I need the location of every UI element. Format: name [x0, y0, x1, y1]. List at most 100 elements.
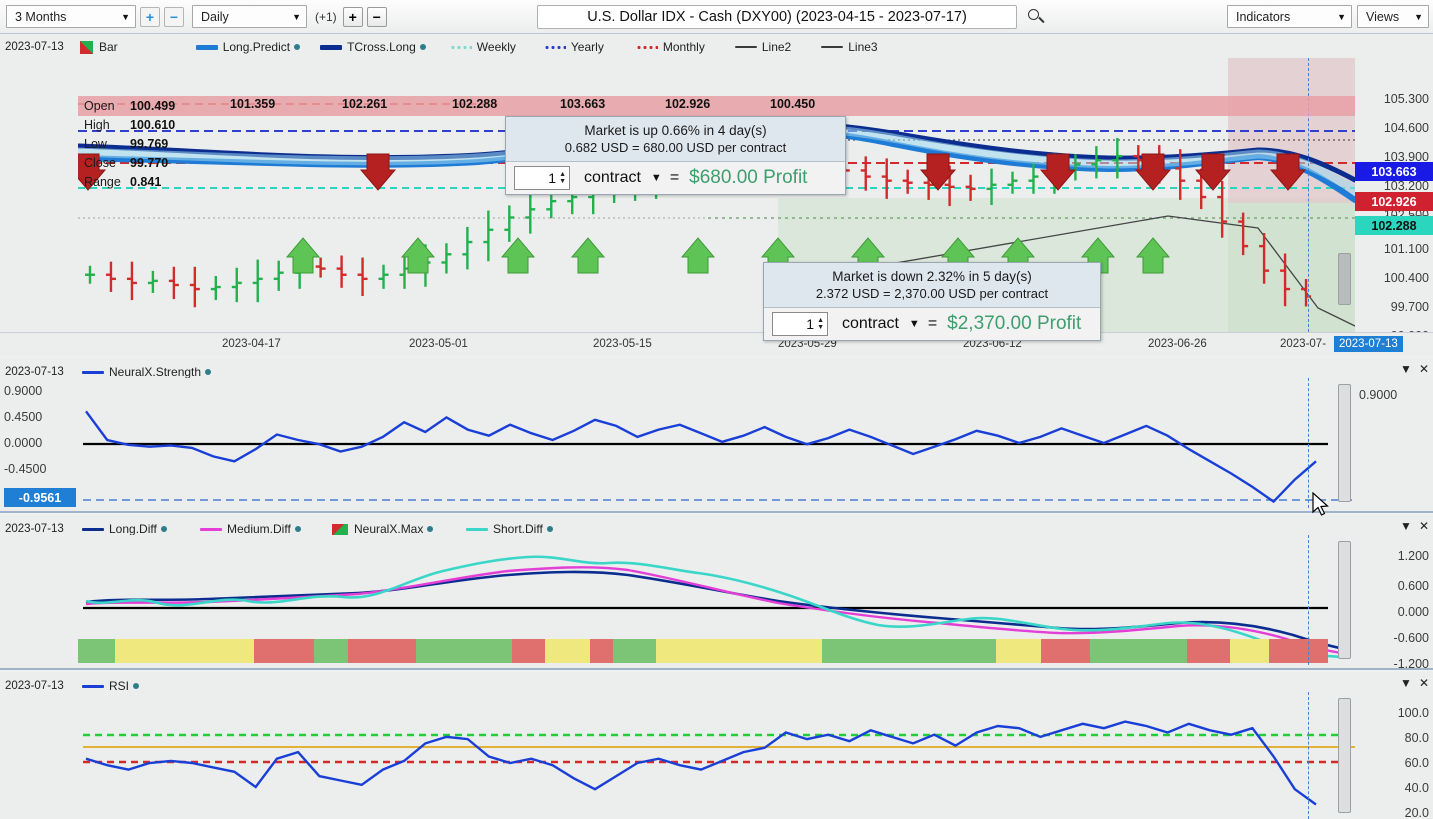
chart-vertical-scroll-thumb[interactable] — [1338, 253, 1351, 305]
legend-item-bar[interactable]: Bar — [80, 40, 118, 54]
info-dot-icon[interactable] — [205, 369, 212, 375]
diff-panel-buttons: ▼ ✕ — [1400, 519, 1429, 533]
offset-label: (+1) — [315, 9, 337, 24]
y-tick: -0.600 — [1393, 631, 1429, 645]
period-select[interactable]: 3 Months ▼ — [6, 5, 136, 28]
tooltip-up[interactable]: Market is up 0.66% in 4 day(s) 0.682 USD… — [505, 116, 846, 195]
symbol-title[interactable]: U.S. Dollar IDX - Cash (DXY00) (2023-04-… — [537, 5, 1017, 29]
line-swatch-icon — [466, 527, 488, 531]
signal-segment — [613, 639, 657, 663]
legend-item-long-diff[interactable]: Long.Diff — [82, 522, 200, 536]
chevron-down-icon[interactable]: ▼ — [1400, 519, 1412, 533]
info-dot-icon[interactable] — [294, 44, 301, 50]
strength-threshold-badge: -0.9561 — [4, 488, 76, 507]
panel-scroll-thumb[interactable] — [1338, 698, 1351, 813]
rsi-y-axis[interactable]: 100.0 80.0 60.0 40.0 20.0 0.0 — [1355, 692, 1433, 819]
open-value: 100.499 — [130, 98, 176, 113]
info-dot-icon[interactable] — [419, 44, 426, 50]
rsi-plot[interactable] — [78, 692, 1355, 819]
views-select[interactable]: Views ▼ — [1357, 5, 1429, 28]
signal-segment — [415, 639, 461, 663]
bar-icon — [332, 523, 348, 535]
contract-unit-label: contract — [584, 169, 641, 186]
offset-increase-button[interactable]: + — [342, 6, 363, 27]
y-tick: 105.300 — [1383, 92, 1429, 106]
info-dot-icon[interactable] — [427, 526, 434, 532]
equals-sign: = — [927, 315, 938, 332]
chevron-down-icon: ▼ — [1414, 11, 1423, 22]
search-icon[interactable] — [1027, 8, 1045, 26]
panel-scroll-thumb[interactable] — [1338, 541, 1351, 659]
spinner-arrows-icon[interactable]: ▲ ▼ — [817, 317, 824, 331]
signal-segment — [115, 639, 196, 663]
diff-plot[interactable] — [78, 535, 1355, 665]
y-tick: -0.4500 — [4, 462, 47, 476]
dot-swatch-icon — [449, 44, 472, 50]
info-dot-icon[interactable] — [294, 526, 301, 532]
strength-plot[interactable] — [78, 378, 1355, 508]
legend-item-yearly[interactable]: Yearly — [543, 40, 604, 54]
line-swatch-icon — [82, 370, 104, 374]
tooltip-down-controls: 1 ▲ ▼ contract ▼ = $2,370.00 Profit — [764, 307, 1100, 340]
signal-segment — [845, 639, 879, 663]
chevron-down-icon[interactable]: ▼ — [1400, 676, 1412, 690]
legend-item-line2[interactable]: Line2 — [734, 40, 791, 54]
price-legend: 2023-07-13 Bar Long.Predict TCross.Long … — [0, 38, 1433, 56]
legend-item-weekly[interactable]: Weekly — [449, 40, 516, 54]
legend-item-short-diff[interactable]: Short.Diff — [466, 522, 553, 536]
indicators-select[interactable]: Indicators ▼ — [1227, 5, 1352, 28]
y-tick: 40.0 — [1404, 781, 1429, 795]
x-tick: 2023-06-26 — [1148, 338, 1207, 350]
info-dot-icon[interactable] — [160, 526, 167, 532]
crosshair-vline — [1308, 692, 1309, 819]
legend-item-monthly[interactable]: Monthly — [635, 40, 705, 54]
signal-segment — [995, 639, 1041, 663]
info-dot-icon[interactable] — [133, 683, 140, 689]
mouse-cursor-icon — [1312, 492, 1329, 516]
legend-label: TCross.Long — [347, 40, 416, 54]
price-panel: 2023-07-13 Bar Long.Predict TCross.Long … — [0, 34, 1433, 356]
symbol-title-group: U.S. Dollar IDX - Cash (DXY00) (2023-04-… — [537, 5, 1045, 29]
main-toolbar: 3 Months ▼ + − Daily ▼ (+1) + − U.S. Dol… — [0, 0, 1433, 34]
signal-segment — [878, 639, 996, 663]
legend-item-tcross-long[interactable]: TCross.Long — [320, 40, 426, 54]
close-icon[interactable]: ✕ — [1419, 519, 1429, 533]
period-increase-button[interactable]: + — [140, 6, 160, 27]
legend-item-line3[interactable]: Line3 — [821, 40, 878, 54]
price-x-axis[interactable]: 2023-04-17 2023-05-01 2023-05-15 2023-05… — [0, 332, 1433, 356]
chevron-down-icon[interactable]: ▼ — [651, 172, 662, 184]
contract-quantity-input[interactable]: 1 ▲ ▼ — [772, 312, 828, 336]
y-tick: 103.200 — [1383, 179, 1429, 193]
contract-unit-label: contract — [842, 315, 899, 332]
chevron-down-icon[interactable]: ▼ — [1400, 362, 1412, 376]
interval-select[interactable]: Daily ▼ — [192, 5, 307, 28]
panel-scroll-thumb[interactable] — [1338, 384, 1351, 502]
chevron-down-icon[interactable]: ▼ — [909, 318, 920, 330]
tooltip-down[interactable]: Market is down 2.32% in 5 day(s) 2.372 U… — [763, 262, 1101, 341]
y-tick: 0.0000 — [4, 436, 43, 450]
spinner-arrows-icon[interactable]: ▲ ▼ — [559, 171, 566, 185]
crosshair-vline — [1308, 378, 1309, 508]
legend-label: Weekly — [476, 40, 516, 54]
contract-quantity-input[interactable]: 1 ▲ ▼ — [514, 166, 570, 190]
equals-sign: = — [669, 169, 680, 186]
legend-item-medium-diff[interactable]: Medium.Diff — [200, 522, 332, 536]
legend-item-long-predict[interactable]: Long.Predict — [195, 40, 301, 54]
close-icon[interactable]: ✕ — [1419, 676, 1429, 690]
x-tick: 2023-04-17 — [222, 338, 281, 350]
legend-item-neuralx-max[interactable]: NeuralX.Max — [332, 522, 466, 536]
signal-strip[interactable] — [78, 639, 1328, 663]
price-row-value: 102.288 — [452, 97, 498, 111]
diff-y-axis[interactable]: 1.200 0.600 0.000 -0.600 -1.200 — [1355, 535, 1433, 671]
strength-y-axis[interactable]: 0.9000 — [1355, 378, 1433, 508]
close-icon[interactable]: ✕ — [1419, 362, 1429, 376]
open-label: Open — [84, 98, 115, 113]
legend-item-rsi[interactable]: RSI — [82, 679, 140, 693]
offset-decrease-button[interactable]: − — [366, 6, 387, 27]
period-decrease-button[interactable]: − — [164, 6, 184, 27]
rsi-panel-buttons: ▼ ✕ — [1400, 676, 1429, 690]
dot-swatch-icon — [543, 44, 566, 50]
x-tick: 2023-05-15 — [593, 338, 652, 350]
legend-item-neuralx-strength[interactable]: NeuralX.Strength — [82, 365, 212, 379]
info-dot-icon[interactable] — [546, 526, 553, 532]
